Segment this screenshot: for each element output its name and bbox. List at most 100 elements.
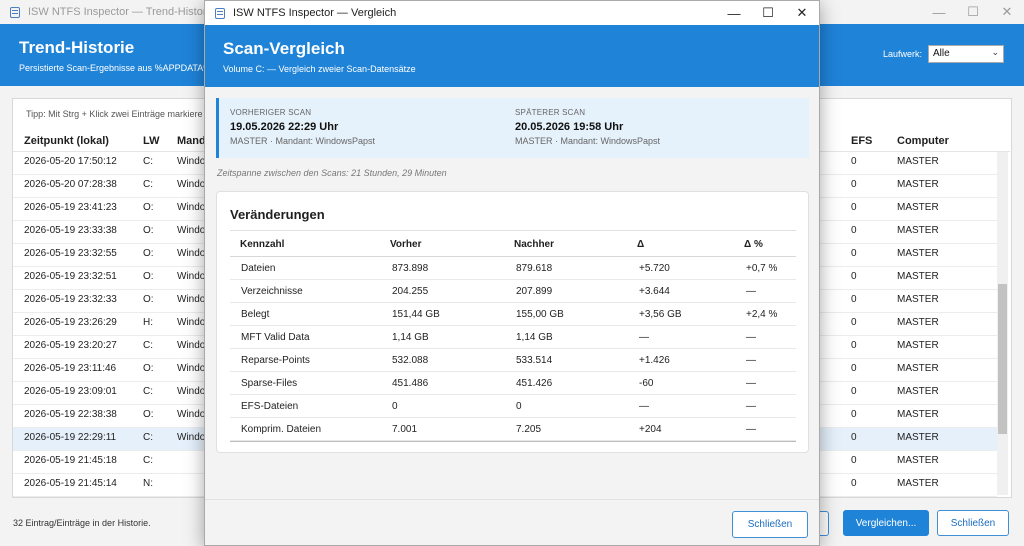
cell-efs: 0	[851, 294, 857, 305]
cell-metric: Belegt	[241, 309, 270, 320]
cell-computer: MASTER	[897, 202, 939, 213]
changes-table-body: Dateien 873.898 879.618 +5.720 +0,7 % Verzeic…	[230, 257, 796, 441]
cell-delta: -60	[639, 378, 654, 389]
cell-lw: C:	[143, 179, 153, 190]
cell-computer: MASTER	[897, 294, 939, 305]
cell-efs: 0	[851, 409, 857, 420]
history-count: 32 Eintrag/Einträge in der Historie.	[13, 518, 151, 528]
chevron-down-icon: ⌄	[991, 47, 999, 57]
table-row: Belegt 151,44 GB 155,00 GB +3,56 GB +2,4 %	[230, 303, 796, 326]
cell-metric: MFT Valid Data	[241, 332, 310, 343]
cell-timestamp: 2026-05-19 23:11:46	[24, 363, 117, 374]
cell-after: 451.426	[516, 378, 553, 389]
cell-efs: 0	[851, 363, 857, 374]
cell-delta: —	[639, 401, 649, 412]
cell-mandant: Windo	[177, 271, 206, 282]
cell-delta-pct: —	[746, 286, 756, 297]
cell-after: 0	[516, 401, 522, 412]
table-row: Reparse-Points 532.088 533.514 +1.426 —	[230, 349, 796, 372]
tip-text: Tipp: Mit Strg + Klick zwei Einträge mar…	[26, 109, 203, 119]
cell-delta-pct: —	[746, 378, 756, 389]
cell-delta: +3,56 GB	[639, 309, 682, 320]
cell-efs: 0	[851, 478, 857, 489]
column-header-metric: Kennzahl	[240, 239, 285, 250]
cell-timestamp: 2026-05-19 23:32:55	[24, 248, 117, 259]
cell-mandant: Windo	[177, 225, 206, 236]
cell-timestamp: 2026-05-19 23:32:51	[24, 271, 117, 282]
cell-computer: MASTER	[897, 317, 939, 328]
page-subtitle: Persistierte Scan-Ergebnisse aus %APPDAT…	[19, 63, 212, 73]
column-header-delta: Δ	[637, 239, 645, 250]
column-header-computer[interactable]: Computer	[897, 135, 949, 147]
table-row: Sparse-Files 451.486 451.426 -60 —	[230, 372, 796, 395]
cell-timestamp: 2026-05-19 22:29:11	[24, 432, 117, 443]
cell-mandant: Windo	[177, 363, 206, 374]
cell-computer: MASTER	[897, 340, 939, 351]
minimize-icon[interactable]: —	[922, 0, 956, 24]
cell-timestamp: 2026-05-20 07:28:38	[24, 179, 117, 190]
changes-title: Veränderungen	[230, 207, 325, 222]
close-icon[interactable]: ✕	[990, 0, 1024, 24]
cell-after: 533.514	[516, 355, 553, 366]
dialog-header: Scan-Vergleich Volume C: — Vergleich zwe…	[205, 25, 819, 87]
cell-efs: 0	[851, 202, 857, 213]
previous-scan-label: VORHERIGER SCAN	[230, 108, 312, 117]
column-header-delta-pct: Δ %	[744, 239, 763, 250]
cell-mandant: Windo	[177, 248, 206, 259]
page-title: Trend-Historie	[19, 38, 135, 57]
cell-computer: MASTER	[897, 248, 939, 259]
minimize-icon[interactable]: —	[717, 1, 751, 25]
cell-efs: 0	[851, 386, 857, 397]
close-button[interactable]: Schließen	[937, 510, 1009, 536]
cell-delta: +204	[639, 424, 662, 435]
cell-lw: C:	[143, 455, 153, 466]
cell-lw: N:	[143, 478, 153, 489]
cell-before: 1,14 GB	[392, 332, 429, 343]
cell-lw: C:	[143, 156, 153, 167]
cell-delta: +3.644	[639, 286, 670, 297]
compare-dialog: ISW NTFS Inspector — Vergleich — ☐ ✕ Sca…	[204, 0, 820, 546]
cell-timestamp: 2026-05-19 23:09:01	[24, 386, 117, 397]
later-scan-label: SPÄTERER SCAN	[515, 108, 586, 117]
window-title: ISW NTFS Inspector — Trend-Historie	[28, 6, 216, 18]
cell-efs: 0	[851, 340, 857, 351]
dialog-titlebar[interactable]: ISW NTFS Inspector — Vergleich — ☐ ✕	[205, 1, 819, 25]
dialog-footer: Schließen	[205, 499, 819, 545]
app-icon	[215, 7, 225, 19]
cell-lw: O:	[143, 248, 154, 259]
cell-after: 155,00 GB	[516, 309, 564, 320]
cell-mandant: Windo	[177, 179, 206, 190]
cell-computer: MASTER	[897, 156, 939, 167]
drive-select[interactable]: Alle ⌄	[928, 45, 1004, 63]
cell-metric: EFS-Dateien	[241, 401, 299, 412]
cell-metric: Sparse-Files	[241, 378, 298, 389]
cell-before: 0	[392, 401, 398, 412]
cell-computer: MASTER	[897, 455, 939, 466]
cell-efs: 0	[851, 225, 857, 236]
cell-delta: +5.720	[639, 263, 670, 274]
scrollbar-thumb[interactable]	[998, 284, 1007, 434]
cell-computer: MASTER	[897, 386, 939, 397]
vertical-scrollbar[interactable]	[997, 152, 1008, 495]
column-header-timestamp[interactable]: Zeitpunkt (lokal)	[24, 135, 109, 147]
cell-delta-pct: —	[746, 332, 756, 343]
cell-delta-pct: —	[746, 355, 756, 366]
cell-delta-pct: —	[746, 401, 756, 412]
cell-mandant: Windo	[177, 317, 206, 328]
close-icon[interactable]: ✕	[785, 1, 819, 25]
column-header-efs[interactable]: EFS	[851, 135, 872, 147]
cell-computer: MASTER	[897, 409, 939, 420]
maximize-icon[interactable]: ☐	[751, 1, 785, 25]
changes-card: Veränderungen Kennzahl Vorher Nachher Δ …	[216, 191, 809, 453]
cell-timestamp: 2026-05-19 23:33:38	[24, 225, 117, 236]
cell-mandant: Windo	[177, 202, 206, 213]
compare-button[interactable]: Vergleichen...	[843, 510, 929, 536]
table-row: MFT Valid Data 1,14 GB 1,14 GB — —	[230, 326, 796, 349]
changes-table: Kennzahl Vorher Nachher Δ Δ % Dateien 873…	[230, 230, 796, 443]
dialog-close-button[interactable]: Schließen	[732, 511, 808, 538]
cell-after: 1,14 GB	[516, 332, 553, 343]
maximize-icon[interactable]: ☐	[956, 0, 990, 24]
cell-mandant: Windo	[177, 294, 206, 305]
column-header-lw[interactable]: LW	[143, 135, 160, 147]
column-header-before: Vorher	[390, 239, 422, 250]
